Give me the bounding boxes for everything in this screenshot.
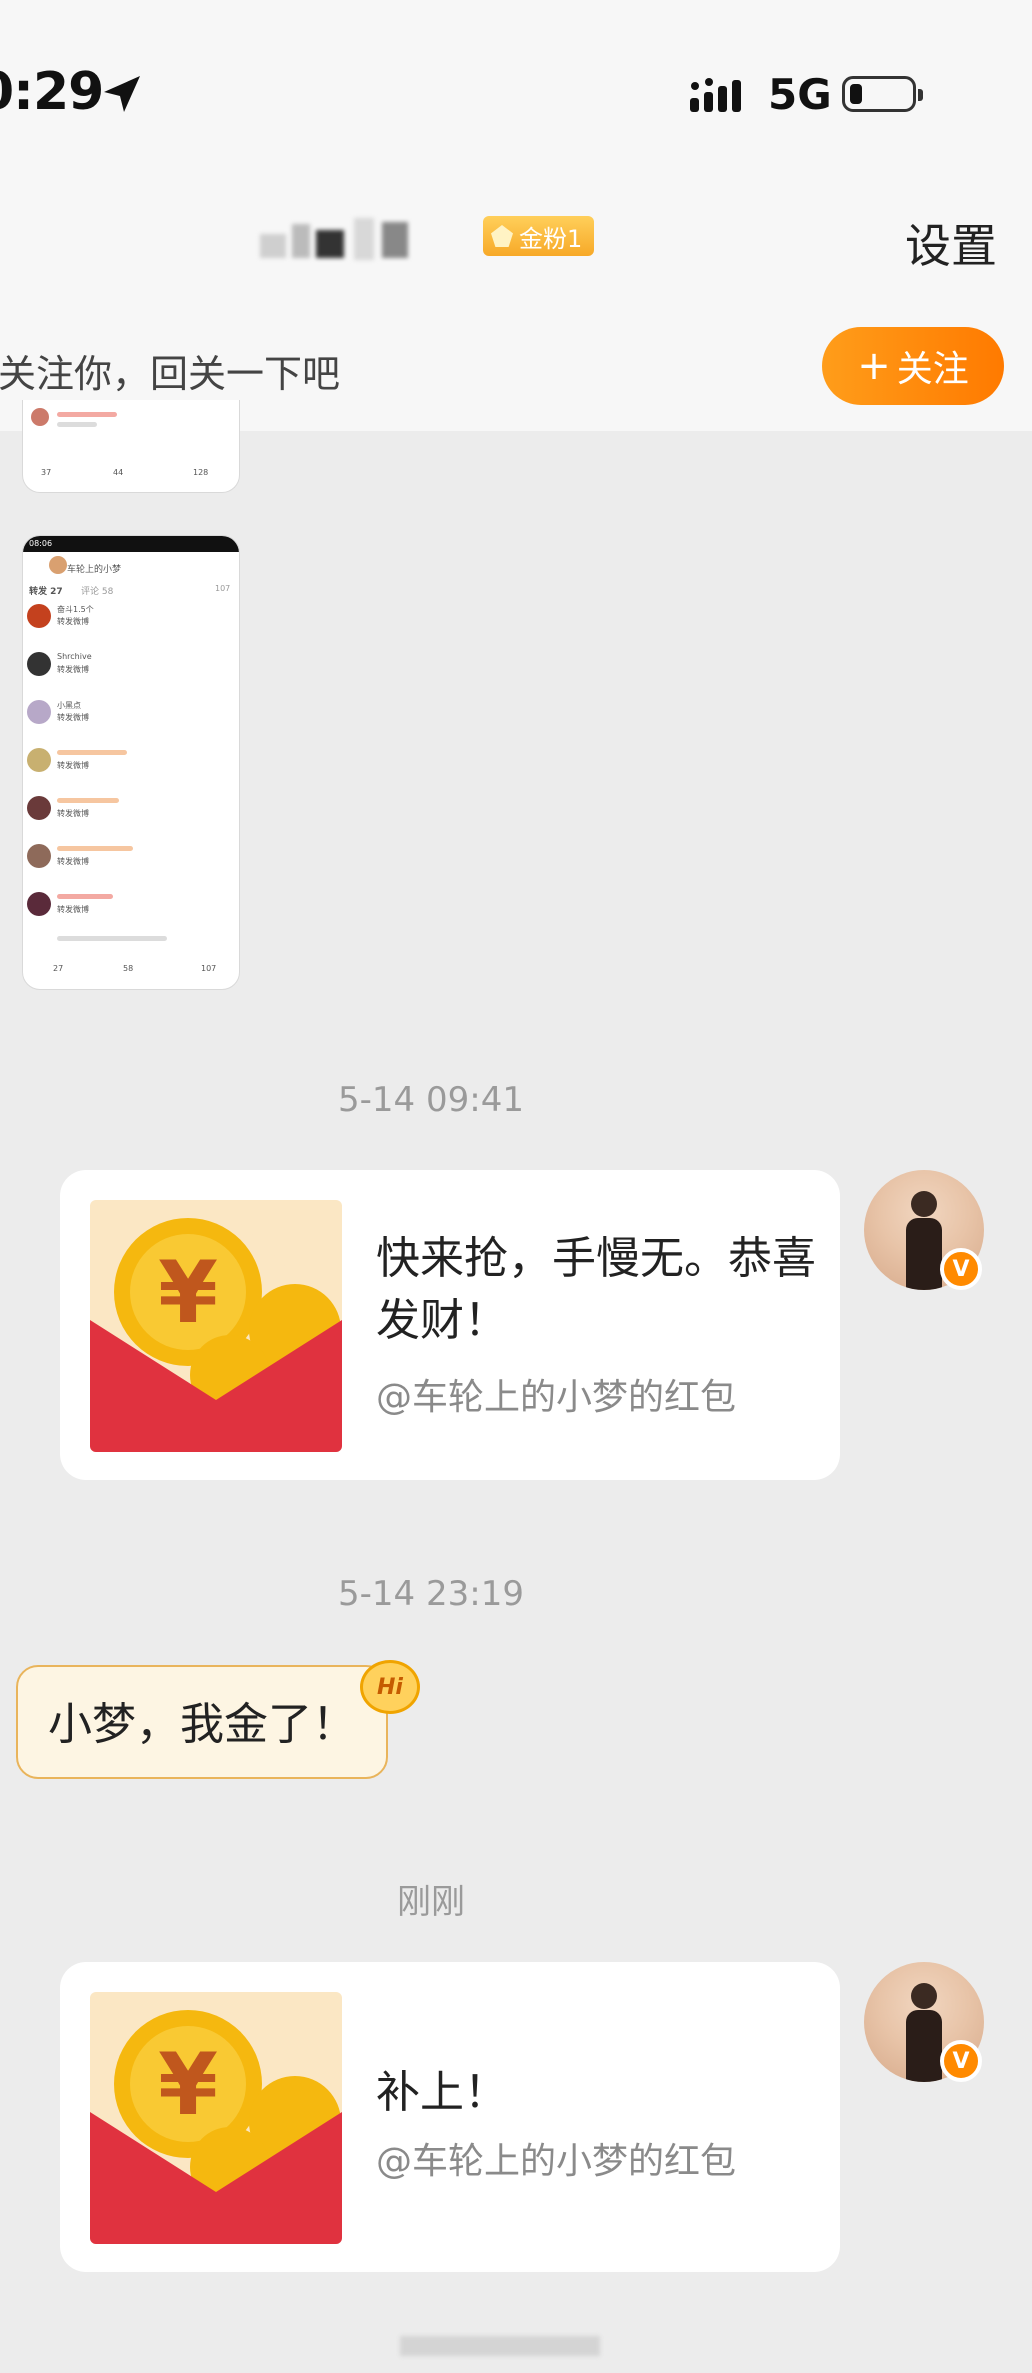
location-arrow-icon (100, 72, 144, 120)
signal-bars-icon (690, 78, 754, 122)
svg-text:¥: ¥ (158, 2035, 218, 2135)
hi-badge-icon: Hi (360, 1660, 420, 1714)
thumb-entry-text: 转发微博 (57, 617, 89, 626)
red-packet-card[interactable]: ¥ 补上！ @车轮上的小梦的红包 (60, 1962, 840, 2272)
thumb-entry-text: 转发微博 (57, 809, 89, 818)
network-type: 5G (768, 70, 832, 119)
thumb-status-time: 08:06 (29, 539, 53, 548)
like-count: 128 (193, 468, 209, 477)
shared-image-thumbnail[interactable]: 08:06 车轮上的小梦 转发 27 评论 58 107 奋斗1.5个 转发微博… (22, 535, 240, 990)
red-packet-source: @车轮上的小梦的红包 (376, 2141, 737, 2182)
thumb-page-title: 车轮上的小梦 (67, 565, 122, 575)
thumb-entry-name: 奋斗1.5个 (57, 605, 94, 614)
verified-icon: V (940, 1248, 982, 1290)
message-timestamp: 刚刚 (397, 1882, 465, 1922)
red-packet-title: 补上！ (376, 2067, 508, 2118)
status-time: 0:29 (0, 62, 104, 122)
thumb-tab-comment: 评论 58 (81, 587, 114, 597)
thumb-entry-text: 转发微博 (57, 713, 89, 722)
red-packet-card[interactable]: ¥ 快来抢，手慢无。恭喜发财！ @车轮上的小梦的红包 (60, 1170, 840, 1480)
chat-partner-name[interactable] (260, 218, 460, 268)
thumb-entry-text: 转发微博 (57, 665, 89, 674)
thumb-status-bar (23, 536, 239, 552)
repost-count: 37 (41, 468, 52, 477)
gem-icon (491, 225, 513, 247)
message-timestamp: 5-14 09:41 (338, 1080, 524, 1120)
battery-icon (842, 76, 923, 112)
red-packet-icon: ¥ (90, 1200, 342, 1452)
thumb-entry-text: 转发微博 (57, 761, 89, 770)
incoming-message-text: 小梦，我金了！ (48, 1699, 356, 1750)
follow-button[interactable]: + 关注 (822, 327, 1004, 405)
follow-button-label: 关注 (896, 349, 969, 390)
red-packet-icon: ¥ (90, 1992, 342, 2244)
fan-level-badge: 金粉1 (483, 216, 595, 256)
thumb-entry-text: 转发微博 (57, 857, 89, 866)
thumb-entry-name: Shrchive (57, 652, 92, 661)
settings-button[interactable]: 设置 (905, 210, 997, 276)
red-packet-source: @车轮上的小梦的红包 (376, 1377, 737, 1418)
thumb-footer-reposts: 27 (53, 964, 64, 973)
plus-icon: + (857, 343, 891, 389)
thumb-footer-comments: 58 (123, 964, 134, 973)
fan-badge-label: 金粉1 (519, 224, 583, 253)
follow-prompt-text: 已关注你，回关一下吧 (0, 352, 341, 396)
thumb-like-count: 107 (215, 584, 231, 593)
thumb-tab-repost: 转发 27 (29, 587, 63, 597)
thumb-entry-text: 转发微博 (57, 905, 89, 914)
shared-image-thumbnail[interactable]: 37 44 128 (22, 400, 240, 493)
thumb-footer-likes: 107 (201, 964, 217, 973)
comment-count: 44 (113, 468, 124, 477)
verified-icon: V (940, 2040, 982, 2082)
partial-bottom-content (400, 2336, 600, 2356)
red-packet-title: 快来抢，手慢无。恭喜发财！ (376, 1233, 816, 1346)
message-timestamp: 5-14 23:19 (338, 1574, 524, 1614)
thumb-entry-name: 小黑点 (57, 701, 81, 710)
svg-text:¥: ¥ (158, 1243, 218, 1343)
